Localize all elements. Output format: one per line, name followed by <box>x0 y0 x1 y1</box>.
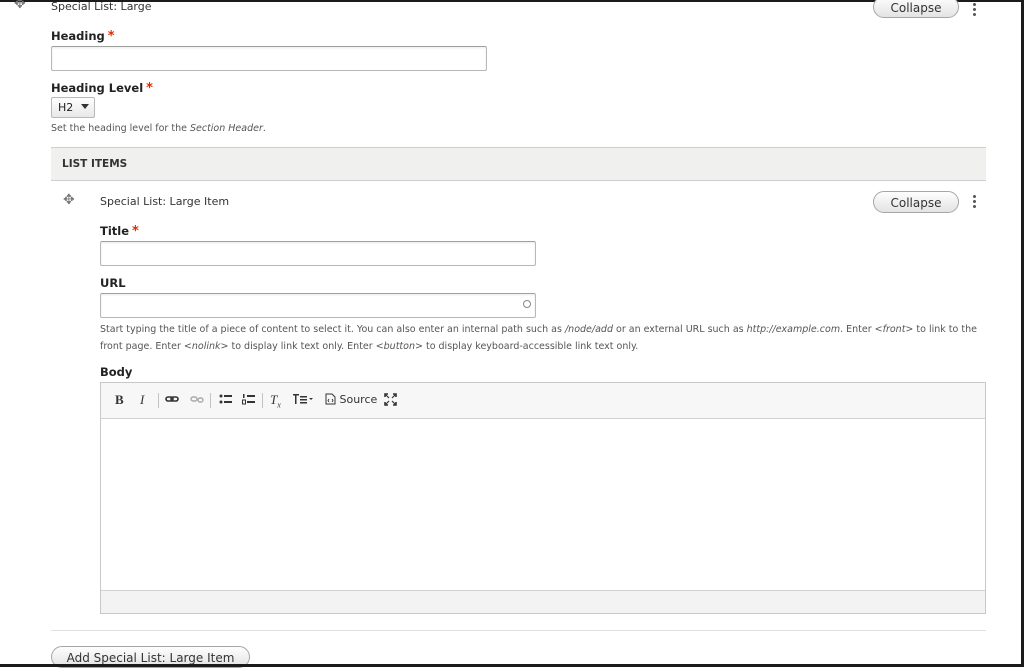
remove-format-icon[interactable]: Tx <box>270 393 281 413</box>
desc-text: Set the heading level for the <box>51 123 190 134</box>
paragraph-title: Special List: Large <box>51 0 152 13</box>
styles-dropdown-icon[interactable] <box>293 393 315 408</box>
body-label: Body <box>100 365 133 379</box>
italic-button[interactable]: I <box>140 393 144 407</box>
desc-emphasis: <button> <box>375 341 423 352</box>
desc-emphasis: Section Header <box>189 123 263 134</box>
required-marker: * <box>132 224 139 239</box>
heading-level-label: Heading Level * <box>51 81 153 96</box>
chevron-down-icon <box>81 104 89 109</box>
desc-text: . <box>262 123 266 134</box>
desc-text: or an external URL such as <box>612 324 747 335</box>
unlink-icon[interactable] <box>190 393 204 408</box>
editor-statusbar <box>101 590 985 613</box>
desc-emphasis: http://example.com <box>746 324 841 335</box>
heading-label: Heading * <box>51 29 115 44</box>
desc-text: Start typing the title of a piece of con… <box>100 324 565 335</box>
item-title: Special List: Large Item <box>100 195 230 208</box>
heading-input[interactable] <box>51 46 487 71</box>
bulleted-list-icon[interactable] <box>219 393 232 408</box>
drag-handle-icon[interactable]: ✥ <box>63 193 75 207</box>
desc-text: to display keyboard-accessible link text… <box>422 341 639 352</box>
url-description: Start typing the title of a piece of con… <box>100 321 990 355</box>
body-editor[interactable]: B I Tx Source <box>100 382 986 614</box>
item-collapse-button[interactable]: Collapse <box>873 191 959 213</box>
desc-emphasis: /node/add <box>564 324 613 335</box>
toolbar-separator <box>262 393 263 408</box>
required-marker: * <box>107 29 115 44</box>
heading-level-select[interactable]: H2 <box>51 97 95 118</box>
bold-button[interactable]: B <box>115 393 124 407</box>
title-input[interactable] <box>100 241 536 266</box>
desc-text: to display link text only. Enter <box>228 341 376 352</box>
url-input[interactable] <box>100 293 536 318</box>
editor-toolbar: B I Tx Source <box>101 383 985 419</box>
section-divider <box>51 630 986 631</box>
source-button-label: Source <box>339 393 378 406</box>
item-actions-icon[interactable] <box>973 195 977 210</box>
heading-level-description: Set the heading level for the Section He… <box>51 120 266 137</box>
list-items-header: LIST ITEMS <box>51 147 986 181</box>
url-label: URL <box>100 276 126 290</box>
drag-handle-icon[interactable]: ✥ <box>14 0 26 11</box>
link-icon[interactable] <box>165 393 179 408</box>
desc-text: . Enter <box>840 324 875 335</box>
desc-emphasis: <nolink> <box>183 341 229 352</box>
paragraph-actions-icon[interactable] <box>973 3 977 18</box>
toolbar-separator <box>210 393 211 408</box>
numbered-list-icon[interactable] <box>242 393 255 408</box>
required-marker: * <box>146 81 153 96</box>
autocomplete-throbber-icon <box>523 300 531 308</box>
window-frame-top <box>0 0 1024 2</box>
toolbar-separator <box>158 393 159 408</box>
desc-emphasis: <front> <box>874 324 914 335</box>
heading-label-text: Heading <box>51 29 105 43</box>
maximize-icon[interactable] <box>384 393 397 409</box>
heading-level-label-text: Heading Level <box>51 81 144 95</box>
source-button[interactable]: Source <box>325 393 377 407</box>
title-label: Title * <box>100 224 139 239</box>
list-items-header-text: LIST ITEMS <box>62 158 128 170</box>
title-label-text: Title <box>100 224 130 238</box>
collapse-button[interactable]: Collapse <box>873 0 959 18</box>
heading-level-value: H2 <box>58 101 74 114</box>
